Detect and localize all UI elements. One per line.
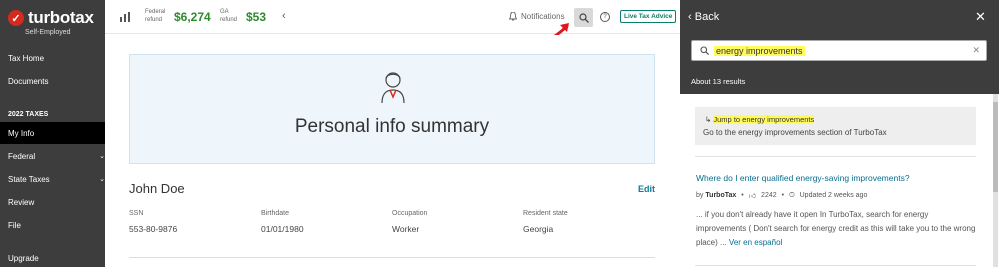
section-divider: [129, 257, 655, 258]
close-icon[interactable]: ✕: [975, 9, 986, 25]
thumbs-up-icon: 👍︎: [748, 193, 757, 200]
meta-dot: •: [741, 192, 744, 199]
jump-title-text: Jump to energy improvements: [713, 115, 815, 124]
federal-label-line2: refund: [145, 17, 163, 23]
sidebar-item-state-taxes[interactable]: State Taxes ⌄: [8, 175, 105, 184]
search-button[interactable]: [574, 8, 593, 27]
resident-state-label: Resident state: [523, 210, 568, 217]
sidebar-item-file[interactable]: File: [8, 221, 21, 230]
resident-state-value: Georgia: [523, 224, 554, 234]
jump-to-result[interactable]: ↳ Jump to energy improvements Go to the …: [695, 107, 976, 145]
sidebar-item-tax-home[interactable]: Tax Home: [8, 54, 44, 63]
birthdate-label: Birthdate: [261, 210, 290, 217]
sidebar-item-label: State Taxes: [8, 175, 50, 184]
results-count: About 13 results: [691, 77, 746, 86]
main-content: Personal info summary John Doe Edit SSN …: [105, 35, 680, 267]
search-panel-header: ‹ Back ✕ energy improvements ✕ About 13 …: [680, 0, 999, 94]
brand-subtitle: Self-Employed: [25, 29, 71, 36]
search-icon: [578, 12, 589, 23]
collapse-chevron-icon[interactable]: ‹: [282, 10, 286, 22]
back-label: Back: [694, 11, 720, 23]
sidebar-item-federal[interactable]: Federal ⌄: [8, 152, 105, 161]
personal-info-banner: Personal info summary: [129, 54, 655, 164]
sidebar-item-my-info[interactable]: My Info: [0, 122, 105, 144]
result-divider: [695, 265, 976, 266]
result-updated: Updated 2 weeks ago: [799, 192, 868, 199]
search-icon: [700, 46, 709, 55]
meta-dot: •: [781, 192, 785, 199]
result-meta: by TurboTax • 👍︎ 2242 • 🕓︎ Updated 2 week…: [696, 191, 868, 201]
help-icon[interactable]: ?: [600, 12, 610, 22]
birthdate-value: 01/01/1980: [261, 224, 304, 234]
federal-refund-label: Federal refund: [145, 8, 165, 24]
sidebar-item-documents[interactable]: Documents: [8, 77, 48, 86]
result-title-link[interactable]: Where do I enter qualified energy-saving…: [696, 173, 910, 183]
sidebar: ✓ turbotax Self-Employed Tax Home Docume…: [0, 0, 105, 267]
bar-chart-icon[interactable]: [120, 12, 131, 22]
search-query: energy improvements: [714, 45, 805, 56]
state-label-line1: GA: [220, 9, 229, 15]
chevron-left-icon: ‹: [688, 11, 692, 23]
sidebar-item-review[interactable]: Review: [8, 198, 34, 207]
jump-description: Go to the energy improvements section of…: [703, 128, 887, 137]
brand-name: turbotax: [28, 8, 94, 27]
occupation-label: Occupation: [392, 210, 428, 217]
person-icon: [381, 72, 405, 104]
sidebar-item-upgrade[interactable]: Upgrade: [8, 254, 39, 263]
jump-arrow-icon: ↳: [705, 115, 712, 124]
edit-link[interactable]: Edit: [638, 184, 655, 194]
occupation-value: Worker: [392, 224, 420, 234]
top-bar: Federal refund $6,274 GA refund $53 ‹ No…: [105, 0, 680, 34]
scroll-thumb[interactable]: [993, 102, 998, 192]
ver-en-espanol-link[interactable]: Ver en español: [729, 238, 782, 247]
state-refund-label: GA refund: [220, 8, 237, 24]
taxpayer-name: John Doe: [129, 181, 185, 196]
page-title: Personal info summary: [294, 116, 490, 137]
search-results: ↳ Jump to energy improvements Go to the …: [680, 94, 999, 267]
scrollbar[interactable]: [993, 94, 998, 267]
result-snippet: ... if you don't already have it open In…: [696, 208, 976, 250]
jump-title[interactable]: ↳ Jump to energy improvements: [705, 115, 815, 124]
result-divider: [695, 156, 976, 157]
result-by: by: [696, 192, 704, 199]
search-input[interactable]: energy improvements ✕: [691, 40, 987, 61]
sidebar-section-heading: 2022 TAXES: [8, 111, 49, 118]
bell-icon: [509, 12, 517, 21]
clock-icon: 🕓︎: [789, 191, 795, 199]
state-label-line2: refund: [220, 17, 238, 23]
result-likes: 2242: [761, 192, 777, 199]
search-panel: ‹ Back ✕ energy improvements ✕ About 13 …: [680, 0, 999, 267]
ssn-value: 553-80-9876: [129, 224, 178, 234]
ssn-label: SSN: [129, 210, 144, 217]
federal-refund-value[interactable]: $6,274: [174, 10, 211, 24]
result-author: TurboTax: [705, 192, 737, 199]
live-tax-advice-button[interactable]: Live Tax Advice: [620, 10, 677, 23]
back-button[interactable]: ‹ Back: [688, 11, 719, 23]
federal-label-line1: Federal: [145, 9, 166, 15]
state-refund-value[interactable]: $53: [246, 10, 266, 24]
turbotax-logo[interactable]: ✓ turbotax: [0, 0, 105, 28]
clear-icon[interactable]: ✕: [972, 45, 980, 56]
sidebar-item-label: Federal: [8, 152, 36, 161]
checkmark-logo-icon: ✓: [8, 10, 24, 26]
